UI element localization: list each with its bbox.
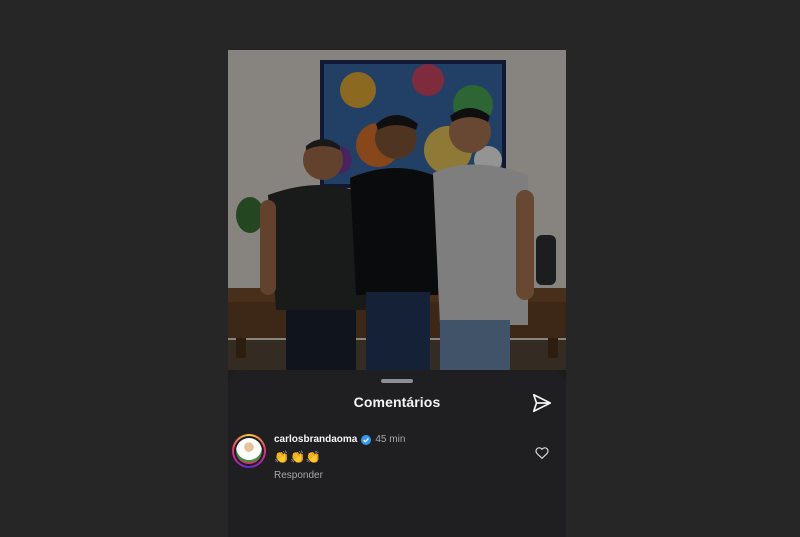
comment-text: 👏👏👏 [274,450,322,464]
paper-plane-icon[interactable] [531,392,553,414]
verified-badge-icon [361,434,372,445]
comment-item: carlosbrandaoma 45 min 👏👏👏 Responder [228,432,566,502]
story-photo [228,50,566,370]
reply-button[interactable]: Responder [274,470,323,481]
checkmark-icon [363,437,370,443]
drag-handle[interactable] [381,379,413,383]
comment-meta: carlosbrandaoma 45 min [274,434,405,445]
heart-outline-icon[interactable] [534,445,550,461]
comment-username[interactable]: carlosbrandaoma [274,434,357,445]
comment-time: 45 min [375,434,406,445]
story-frame: Comentários carlosbrandaoma 45 min 👏👏👏 R… [228,50,566,537]
avatar-ring-inner [234,436,264,466]
sheet-title: Comentários [353,394,441,410]
comments-sheet: Comentários carlosbrandaoma 45 min 👏👏👏 R… [228,370,566,537]
avatar[interactable] [232,434,266,468]
avatar-image [236,438,262,464]
photo-dim-overlay [228,50,566,370]
